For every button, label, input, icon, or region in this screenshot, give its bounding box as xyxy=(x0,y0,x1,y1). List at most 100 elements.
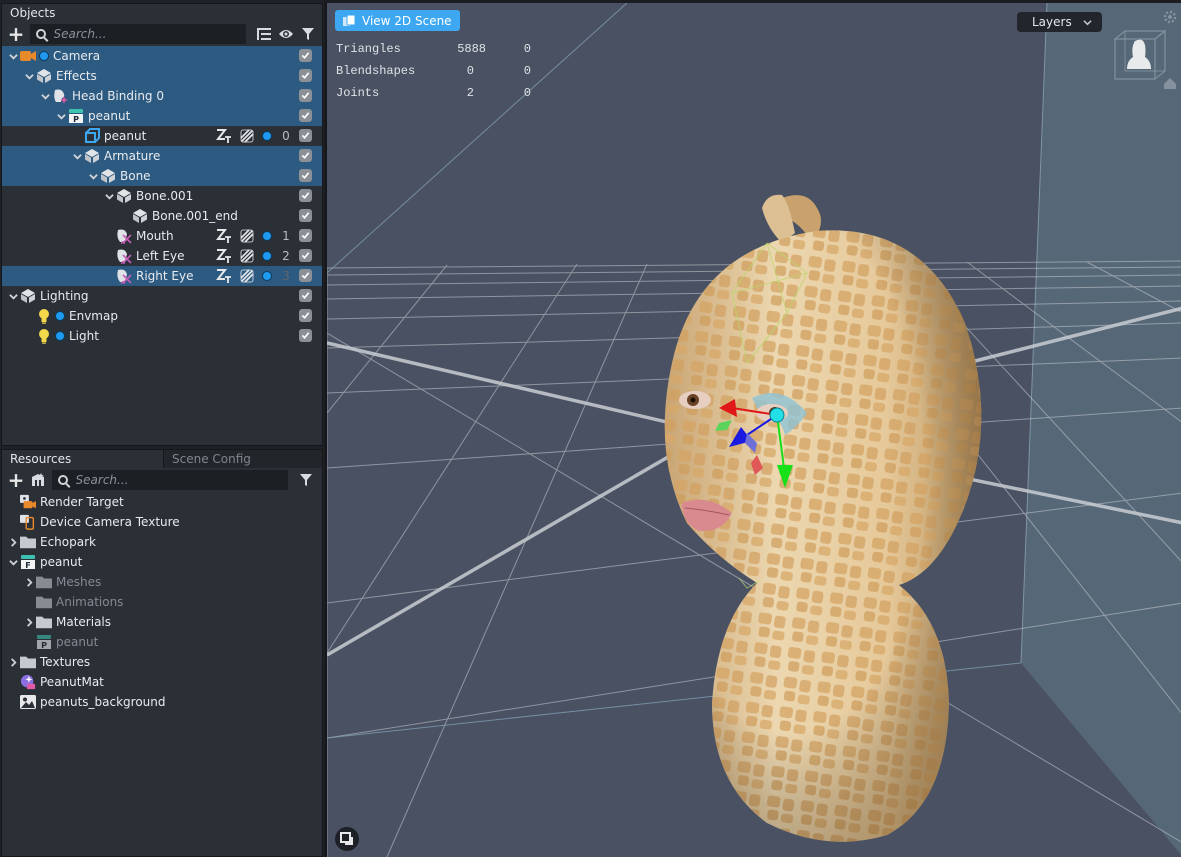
object-item-mouth[interactable]: Mouth 1 xyxy=(2,226,322,246)
object-item-peanut[interactable]: Ppeanut xyxy=(2,106,322,126)
render-order-icon[interactable] xyxy=(216,269,232,283)
viewport-settings-button[interactable] xyxy=(1163,10,1177,27)
scene-canvas[interactable] xyxy=(327,3,1181,857)
chevron-right-icon[interactable] xyxy=(24,577,34,587)
resources-search[interactable] xyxy=(52,470,288,490)
chevron-down-icon[interactable] xyxy=(24,71,34,81)
view-2d-scene-button[interactable]: View 2D Scene xyxy=(335,10,460,31)
maximize-viewport-button[interactable] xyxy=(335,827,359,851)
chevron-right-icon[interactable] xyxy=(8,657,18,667)
chevron-right-icon[interactable] xyxy=(24,617,34,627)
occlusion-icon[interactable] xyxy=(240,269,254,283)
visibility-checkbox[interactable] xyxy=(299,329,312,342)
layer-dot-icon[interactable] xyxy=(262,131,272,141)
object-item-right-eye[interactable]: Right Eye 3 xyxy=(2,266,322,286)
resources-panel: Resources Scene Config + Render Target De… xyxy=(1,449,323,857)
resource-item-device-camera-texture[interactable]: Device Camera Texture xyxy=(2,512,322,532)
layer-dot-icon[interactable] xyxy=(262,271,272,281)
object-item-left-eye[interactable]: Left Eye 2 xyxy=(2,246,322,266)
resource-item-peanut[interactable]: Ppeanut xyxy=(2,632,322,652)
resources-filter-button[interactable] xyxy=(296,470,316,490)
visibility-checkbox[interactable] xyxy=(299,69,312,82)
chevron-down-icon[interactable] xyxy=(8,557,18,567)
home-icon xyxy=(1164,78,1176,89)
visibility-checkbox[interactable] xyxy=(299,49,312,62)
resource-item-meshes[interactable]: Meshes xyxy=(2,572,322,592)
visibility-checkbox[interactable] xyxy=(299,309,312,322)
layers-dropdown-label: Layers xyxy=(1032,15,1072,29)
objects-tree: Camera Effects Head Binding 0 Ppeanut peanut… xyxy=(2,46,322,346)
chevron-down-icon[interactable] xyxy=(88,171,98,181)
occlusion-icon[interactable] xyxy=(240,249,254,263)
visibility-toggle-button[interactable] xyxy=(276,24,296,44)
object-item-light[interactable]: Light xyxy=(2,326,322,346)
list-tree-icon xyxy=(257,28,271,40)
chevron-down-icon[interactable] xyxy=(104,191,114,201)
object-item-lighting[interactable]: Lighting xyxy=(2,286,322,306)
chevron-down-icon[interactable] xyxy=(72,151,82,161)
chevron-right-icon[interactable] xyxy=(8,537,18,547)
visibility-checkbox[interactable] xyxy=(299,229,312,242)
visibility-checkbox[interactable] xyxy=(299,209,312,222)
view-orientation-cube[interactable] xyxy=(1109,27,1169,86)
asset-library-button[interactable] xyxy=(28,470,48,490)
visibility-checkbox[interactable] xyxy=(299,289,312,302)
head-orientation-icon xyxy=(1113,29,1167,81)
visibility-checkbox[interactable] xyxy=(299,129,312,142)
visibility-checkbox[interactable] xyxy=(299,269,312,282)
render-order-index: 2 xyxy=(282,249,290,263)
occlusion-icon[interactable] xyxy=(240,229,254,243)
object-item-peanut[interactable]: peanut 0 xyxy=(2,126,322,146)
object-item-armature[interactable]: Armature xyxy=(2,146,322,166)
item-label: Right Eye xyxy=(136,269,194,283)
object-item-bone-001-end[interactable]: Bone.001_end xyxy=(2,206,322,226)
layer-dot-icon[interactable] xyxy=(262,251,272,261)
visibility-checkbox[interactable] xyxy=(299,169,312,182)
object-item-bone[interactable]: Bone xyxy=(2,166,322,186)
object-item-bone-001[interactable]: Bone.001 xyxy=(2,186,322,206)
object-item-envmap[interactable]: Envmap xyxy=(2,306,322,326)
filter-button[interactable] xyxy=(298,24,318,44)
occlusion-icon[interactable] xyxy=(240,129,254,143)
visibility-checkbox[interactable] xyxy=(299,149,312,162)
item-label: Bone.001 xyxy=(136,189,194,203)
object-item-head-binding-0[interactable]: Head Binding 0 xyxy=(2,86,322,106)
resource-item-materials[interactable]: Materials xyxy=(2,612,322,632)
chevron-down-icon[interactable] xyxy=(56,111,66,121)
tab-resources[interactable]: Resources xyxy=(2,450,163,468)
chevron-down-icon[interactable] xyxy=(40,91,50,101)
object-item-effects[interactable]: Effects xyxy=(2,66,322,86)
resource-item-animations[interactable]: Animations xyxy=(2,592,322,612)
objects-search-input[interactable] xyxy=(53,27,246,41)
tab-scene-config[interactable]: Scene Config xyxy=(163,450,322,468)
resource-item-peanuts-background[interactable]: peanuts_background xyxy=(2,692,322,712)
render-order-icon[interactable] xyxy=(216,249,232,263)
visibility-checkbox[interactable] xyxy=(299,89,312,102)
folder-icon xyxy=(20,654,36,670)
visibility-checkbox[interactable] xyxy=(299,109,312,122)
resource-item-peanut[interactable]: Fpeanut xyxy=(2,552,322,572)
render-order-icon[interactable] xyxy=(216,229,232,243)
layer-dot-icon[interactable] xyxy=(262,231,272,241)
add-object-button[interactable]: + xyxy=(6,24,26,44)
render-order-icon[interactable] xyxy=(216,129,232,143)
chevron-down-icon[interactable] xyxy=(8,51,18,61)
chevron-down-icon[interactable] xyxy=(8,291,18,301)
render-order-index: 1 xyxy=(282,229,290,243)
object-item-camera[interactable]: Camera xyxy=(2,46,322,66)
resource-item-render-target[interactable]: Render Target xyxy=(2,492,322,512)
visibility-checkbox[interactable] xyxy=(299,249,312,262)
resource-item-peanutmat[interactable]: PeanutMat xyxy=(2,672,322,692)
resource-item-textures[interactable]: Textures xyxy=(2,652,322,672)
objects-search[interactable] xyxy=(30,24,246,44)
reset-view-button[interactable] xyxy=(1163,76,1177,93)
scene-viewport[interactable]: View 2D Scene Triangles 5888 0 Blendshapes… xyxy=(325,3,1181,857)
layers-dropdown[interactable]: Layers xyxy=(1017,12,1102,32)
visibility-checkbox[interactable] xyxy=(299,189,312,202)
add-resource-button[interactable]: + xyxy=(6,470,26,490)
resource-item-echopark[interactable]: Echopark xyxy=(2,532,322,552)
resources-search-input[interactable] xyxy=(75,473,288,487)
hierarchy-view-button[interactable] xyxy=(254,24,274,44)
